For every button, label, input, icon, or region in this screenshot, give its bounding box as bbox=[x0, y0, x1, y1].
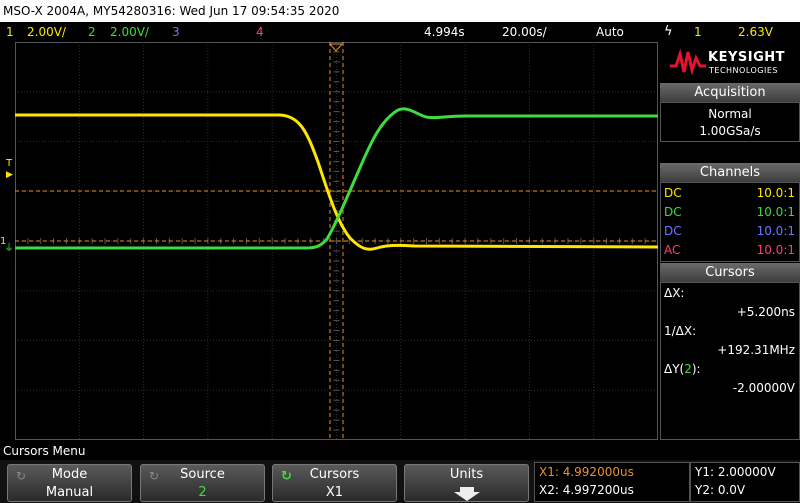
side-panel: KEYSIGHT TECHNOLOGIES Acquisition Normal… bbox=[660, 42, 800, 440]
ch4-number[interactable]: 4 bbox=[256, 22, 264, 42]
keysight-logo: KEYSIGHT TECHNOLOGIES bbox=[660, 42, 800, 82]
keysight-wave-icon bbox=[670, 48, 706, 76]
y2-readout: Y2: 0.0V bbox=[695, 483, 746, 497]
acquisition-rate: 1.00GSa/s bbox=[699, 124, 761, 138]
ch2-ground-marker: ⏚ bbox=[4, 243, 14, 254]
ch2-number[interactable]: 2 bbox=[88, 22, 96, 42]
ch3-number[interactable]: 3 bbox=[172, 22, 180, 42]
delta-x-label: ΔX: bbox=[664, 286, 685, 300]
delta-y-value: -2.00000V bbox=[732, 381, 795, 395]
time-reference[interactable]: 4.994s bbox=[424, 22, 465, 42]
ch1-scale[interactable]: 2.00V/ bbox=[27, 22, 66, 42]
cursors-box: ΔX: +5.200ns 1/ΔX: +192.31MHz ΔY(2): -2.… bbox=[660, 282, 800, 440]
ch3-coupling: DC bbox=[664, 224, 682, 238]
x1-readout: X1: 4.992000us bbox=[539, 465, 634, 479]
menu-title: Cursors Menu bbox=[3, 444, 86, 458]
trigger-edge-icon: ϟ bbox=[664, 24, 673, 39]
channel-bar: 1 2.00V/ 2 2.00V/ 3 4 4.994s 20.00s/ Aut… bbox=[0, 22, 800, 42]
ch2-scale[interactable]: 2.00V/ bbox=[110, 22, 149, 42]
brand-name: KEYSIGHT bbox=[708, 50, 785, 65]
ch2-probe: 10.0:1 bbox=[756, 205, 795, 219]
trigger-level[interactable]: 2.63V bbox=[738, 22, 773, 42]
channels-header: Channels bbox=[660, 163, 800, 182]
brand-sub: TECHNOLOGIES bbox=[709, 66, 778, 75]
title-text: MSO-X 2004A, MY54280316: Wed Jun 17 09:5… bbox=[3, 4, 340, 18]
mode-softkey[interactable]: ↻ Mode Manual bbox=[7, 464, 132, 502]
y1-readout: Y1: 2.00000V bbox=[695, 465, 776, 479]
acquisition-header: Acquisition bbox=[660, 83, 800, 102]
x-cursor-readout: X1: 4.992000us X2: 4.997200us bbox=[534, 462, 690, 502]
acquisition-box: Normal 1.00GSa/s bbox=[660, 102, 800, 142]
inv-delta-x-value: +192.31MHz bbox=[717, 343, 795, 357]
ch4-probe: 10.0:1 bbox=[756, 243, 795, 257]
source-softkey[interactable]: ↻ Source 2 bbox=[140, 464, 265, 502]
waveform-display[interactable] bbox=[15, 42, 658, 440]
ch2-coupling: DC bbox=[664, 205, 682, 219]
ch1-number[interactable]: 1 bbox=[6, 22, 14, 42]
channels-box: DC 10.0:1 DC 10.0:1 DC 10.0:1 AC 10.0:1 bbox=[660, 182, 800, 262]
ch3-probe: 10.0:1 bbox=[756, 224, 795, 238]
time-scale[interactable]: 20.00s/ bbox=[502, 22, 547, 42]
cursors-softkey[interactable]: ↻ Cursors X1 bbox=[272, 464, 397, 502]
inv-delta-x-label: 1/ΔX: bbox=[664, 324, 697, 338]
units-softkey[interactable]: Units bbox=[404, 464, 529, 502]
ch4-coupling: AC bbox=[664, 243, 681, 257]
x2-readout: X2: 4.997200us bbox=[539, 483, 634, 497]
ch1-probe: 10.0:1 bbox=[756, 186, 795, 200]
trigger-mode[interactable]: Auto bbox=[596, 22, 624, 42]
delta-x-value: +5.200ns bbox=[736, 305, 795, 319]
title-bar: MSO-X 2004A, MY54280316: Wed Jun 17 09:5… bbox=[0, 0, 800, 22]
ch1-coupling: DC bbox=[664, 186, 682, 200]
acquisition-mode: Normal bbox=[708, 107, 752, 121]
trigger-source[interactable]: 1 bbox=[694, 22, 702, 42]
trigger-level-marker: T ▶ bbox=[6, 158, 13, 180]
cursors-header: Cursors bbox=[660, 263, 800, 282]
y-cursor-readout: Y1: 2.00000V Y2: 0.0V bbox=[690, 462, 800, 502]
submenu-arrow-icon bbox=[454, 487, 480, 501]
delta-y-label: ΔY(2): bbox=[664, 362, 701, 376]
